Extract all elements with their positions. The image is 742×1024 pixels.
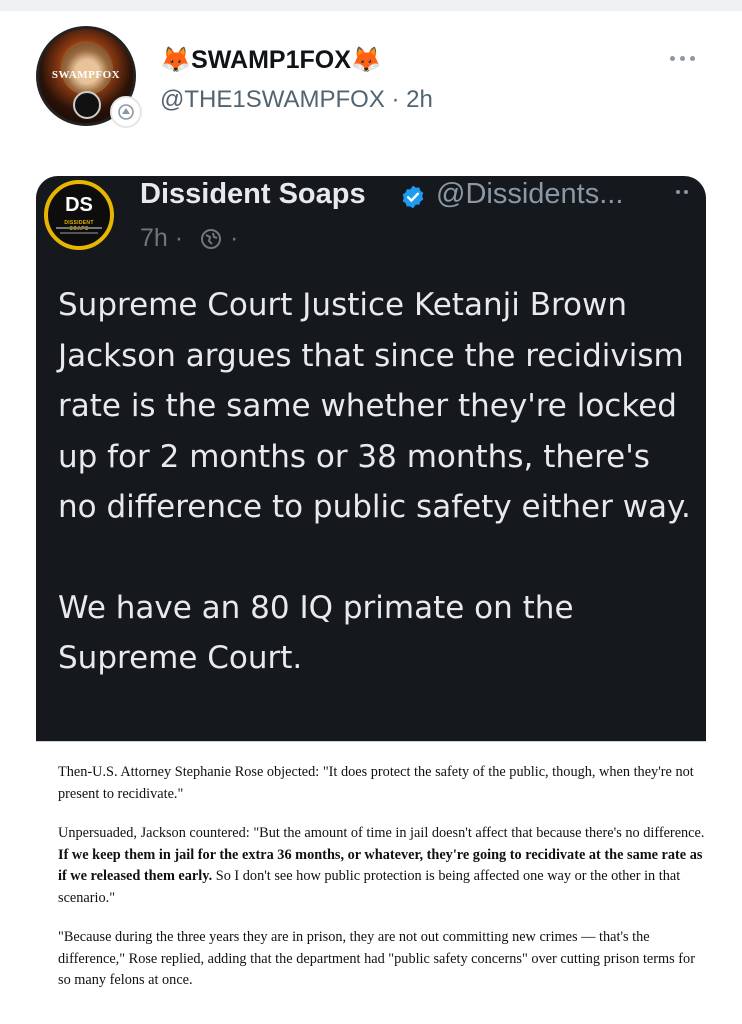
quoted-avatar: DS DISSIDENT SOAPS xyxy=(44,180,114,250)
quoted-paragraph-2: We have an 80 IQ primate on the Supreme … xyxy=(58,589,574,677)
quoted-avatar-text: DS xyxy=(65,194,93,216)
more-icon[interactable] xyxy=(670,50,706,66)
display-name[interactable]: 🦊SWAMP1FOX🦊 xyxy=(160,46,382,75)
article-paragraph-3: "Because during the three years they are… xyxy=(58,929,695,988)
quoted-time: 7h · xyxy=(140,224,184,252)
quoted-display-name: Dissident Soaps xyxy=(140,178,366,210)
quoted-paragraph-1: Supreme Court Justice Ketanji Brown Jack… xyxy=(58,287,691,525)
avatar-line xyxy=(60,232,98,234)
globe-icon xyxy=(201,229,221,249)
article-paragraph-1: Then-U.S. Attorney Stephanie Rose object… xyxy=(58,764,694,802)
quoted-body: Supreme Court Justice Ketanji Brown Jack… xyxy=(58,280,698,684)
handle-and-time: @THE1SWAMPFOX · 2h xyxy=(160,86,433,113)
top-status-strip xyxy=(0,0,742,11)
quoted-tweet-image[interactable]: DS DISSIDENT SOAPS Dissident Soaps @Diss… xyxy=(36,176,706,741)
avatar-brand-text: SWAMPFOX xyxy=(51,69,121,81)
article-paragraph-2: Unpersuaded, Jackson countered: "But the… xyxy=(58,823,708,909)
quoted-separator: · xyxy=(230,224,239,252)
quoted-handle: @Dissidents... xyxy=(436,178,624,210)
avatar-line xyxy=(56,227,102,229)
article-excerpt-image[interactable]: Then-U.S. Attorney Stephanie Rose object… xyxy=(36,741,706,1012)
avatar-emblem xyxy=(73,91,101,119)
verified-icon xyxy=(402,185,424,209)
quoted-more-icon xyxy=(676,190,688,194)
badge-icon xyxy=(110,96,142,128)
article-p2-start: Unpersuaded, Jackson countered: "But the… xyxy=(58,825,705,841)
article-text: Then-U.S. Attorney Stephanie Rose object… xyxy=(58,762,708,1010)
quoted-avatar-subtext: DISSIDENT SOAPS xyxy=(64,220,94,232)
